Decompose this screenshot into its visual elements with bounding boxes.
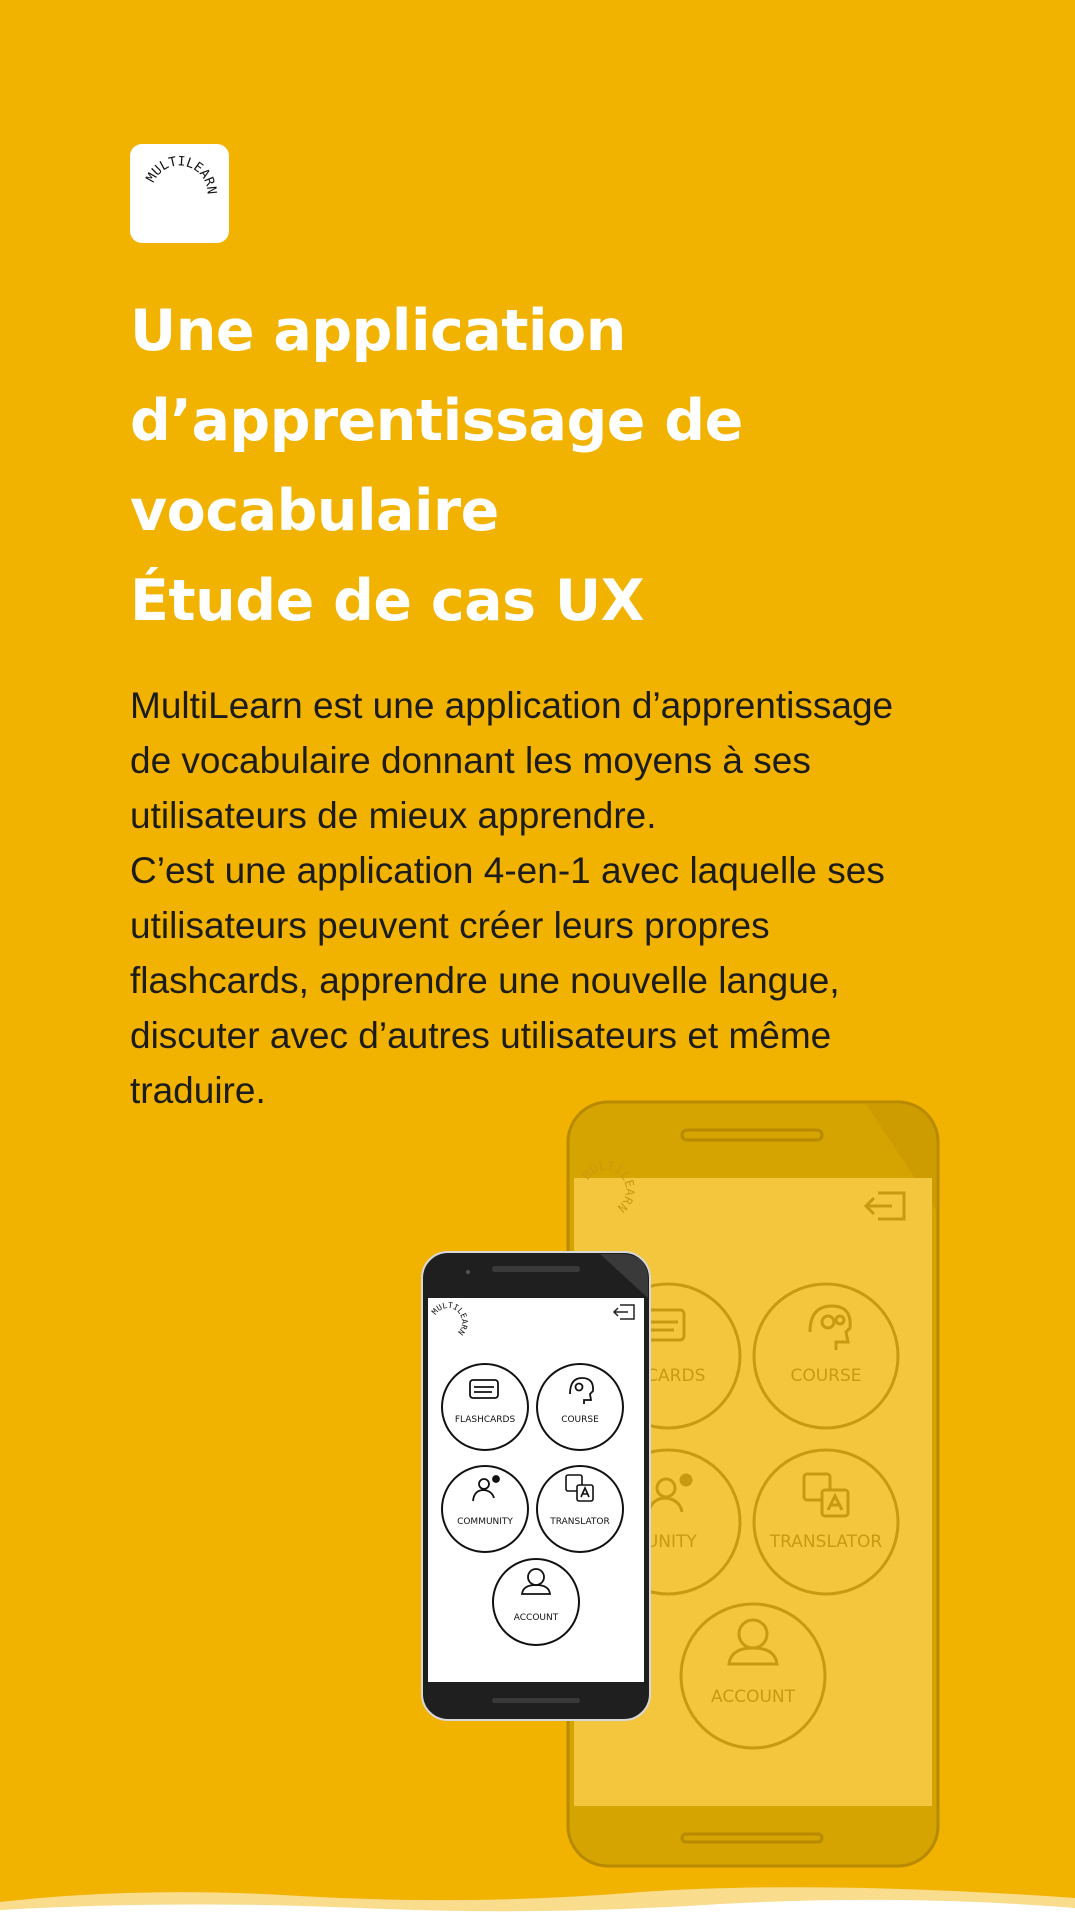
bottom-wave: [0, 1887, 1075, 1920]
menu-label: TRANSLATOR: [769, 1532, 883, 1552]
menu-label: ACCOUNT: [514, 1613, 559, 1623]
description-line: MultiLearn est une application d’apprent…: [130, 685, 894, 726]
page-title: Une application d’apprentissage de vocab…: [130, 286, 950, 646]
description-line: utilisateurs de mieux apprendre.: [130, 795, 657, 836]
description-line: C’est une application 4-en-1 avec laquel…: [130, 850, 885, 891]
description-line: de vocabulaire donnant les moyens à ses: [130, 740, 811, 781]
menu-button-community[interactable]: COMMUNITY: [441, 1465, 529, 1553]
menu-button-course[interactable]: COURSE: [536, 1363, 624, 1451]
description: MultiLearn est une application d’apprent…: [130, 678, 990, 1118]
menu-label: COURSE: [790, 1366, 861, 1386]
phone-mockup-small: MULTILEARN FLASHCARDS COURSE COMMUNITY T…: [420, 1250, 652, 1722]
menu-button-translator[interactable]: TRANSLATOR: [536, 1465, 624, 1553]
menu-label: ACCOUNT: [711, 1687, 796, 1707]
title-line: Étude de cas UX: [130, 568, 645, 634]
menu-label: FLASHCARDS: [455, 1415, 516, 1425]
menu-button-translator[interactable]: TRANSLATOR: [752, 1448, 900, 1596]
title-line: Une application: [130, 298, 626, 364]
menu-button-course[interactable]: COURSE: [752, 1282, 900, 1430]
logo-text: MULTILEARN: [144, 154, 219, 195]
multilearn-logo-icon: MULTILEARN: [144, 154, 219, 195]
menu-label: COMMUNITY: [457, 1517, 513, 1527]
menu-button-account[interactable]: ACCOUNT: [492, 1558, 580, 1646]
description-line: utilisateurs peuvent créer leurs propres: [130, 905, 770, 946]
description-line: discuter avec d’autres utilisateurs et m…: [130, 1015, 832, 1056]
menu-label: COURSE: [561, 1415, 599, 1425]
description-line: flashcards, apprendre une nouvelle langu…: [130, 960, 840, 1001]
svg-text:MULTILEARN: MULTILEARN: [144, 154, 219, 195]
menu-button-flashcards[interactable]: FLASHCARDS: [441, 1363, 529, 1451]
menu-label: TRANSLATOR: [549, 1517, 610, 1527]
title-line: vocabulaire: [130, 478, 499, 544]
title-line: d’apprentissage de: [130, 388, 743, 454]
menu-button-account[interactable]: ACCOUNT: [679, 1602, 827, 1750]
phone-speaker: [492, 1266, 580, 1272]
app-logo: MULTILEARN: [130, 144, 229, 243]
